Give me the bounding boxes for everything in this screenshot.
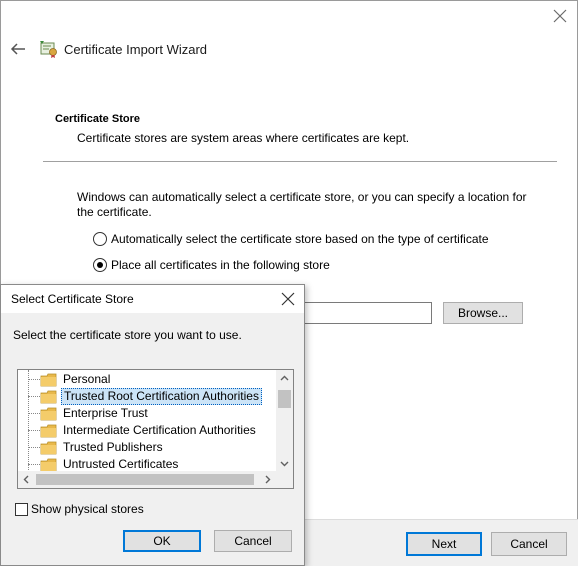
dialog-prompt: Select the certificate store you want to… bbox=[13, 328, 242, 342]
scroll-right-icon[interactable] bbox=[262, 474, 273, 485]
divider bbox=[43, 161, 557, 162]
tree-item-label: Intermediate Certification Authorities bbox=[63, 423, 256, 437]
tree-item-label: Enterprise Trust bbox=[63, 406, 148, 420]
radio-auto-select[interactable]: Automatically select the certificate sto… bbox=[93, 231, 489, 247]
tree-item-label: Untrusted Certificates bbox=[63, 457, 179, 471]
tree-item[interactable]: Trusted Publishers bbox=[18, 439, 276, 456]
browse-button[interactable]: Browse... bbox=[443, 302, 523, 324]
close-icon[interactable] bbox=[280, 291, 296, 307]
tree-item[interactable]: Personal bbox=[18, 371, 276, 388]
dialog-cancel-button[interactable]: Cancel bbox=[214, 530, 292, 552]
scroll-up-icon[interactable] bbox=[279, 373, 290, 384]
show-physical-stores-label: Show physical stores bbox=[31, 502, 144, 516]
radio-auto-label: Automatically select the certificate sto… bbox=[111, 232, 489, 246]
tree-item[interactable]: Intermediate Certification Authorities bbox=[18, 422, 276, 439]
wizard-title: Certificate Import Wizard bbox=[64, 42, 208, 57]
folder-icon bbox=[40, 441, 57, 455]
tree-connector bbox=[28, 413, 40, 414]
certificate-store-field[interactable] bbox=[299, 302, 432, 324]
tree-item[interactable]: Enterprise Trust bbox=[18, 405, 276, 422]
show-physical-stores-checkbox[interactable]: Show physical stores bbox=[15, 502, 144, 516]
vertical-scroll-thumb[interactable] bbox=[278, 390, 291, 408]
close-icon[interactable] bbox=[551, 7, 569, 25]
folder-icon bbox=[40, 458, 57, 472]
radio-button[interactable] bbox=[93, 232, 107, 246]
vertical-scrollbar[interactable] bbox=[276, 370, 293, 472]
scroll-corner bbox=[276, 471, 293, 488]
horizontal-scroll-thumb[interactable] bbox=[36, 474, 254, 485]
tree-connector bbox=[28, 447, 40, 448]
folder-icon bbox=[40, 424, 57, 438]
body-text: Windows can automatically select a certi… bbox=[77, 190, 527, 219]
checkbox[interactable] bbox=[15, 502, 28, 516]
folder-icon bbox=[40, 390, 57, 404]
tree-item-label: Personal bbox=[63, 372, 111, 386]
dialog-title: Select Certificate Store bbox=[11, 292, 134, 306]
next-button[interactable]: Next bbox=[406, 532, 482, 556]
folder-icon bbox=[40, 407, 57, 421]
radio-button[interactable] bbox=[93, 258, 107, 272]
cancel-button[interactable]: Cancel bbox=[491, 532, 567, 556]
back-arrow-icon[interactable] bbox=[9, 40, 27, 58]
section-heading: Certificate Store bbox=[55, 113, 140, 125]
store-tree[interactable]: Personal Trusted Root Certification Autho… bbox=[17, 369, 294, 489]
store-tree-list: Personal Trusted Root Certification Autho… bbox=[18, 370, 276, 472]
ok-button[interactable]: OK bbox=[123, 530, 201, 552]
select-certificate-store-dialog: Select Certificate Store Select the cert… bbox=[0, 284, 305, 566]
tree-connector bbox=[28, 430, 40, 431]
tree-item[interactable]: Untrusted Certificates bbox=[18, 456, 276, 472]
tree-connector bbox=[28, 464, 40, 465]
tree-item[interactable]: Trusted Root Certification Authorities bbox=[18, 388, 276, 405]
radio-place-label: Place all certificates in the following … bbox=[111, 258, 330, 272]
scroll-down-icon[interactable] bbox=[279, 458, 290, 469]
folder-icon bbox=[40, 373, 57, 387]
section-description: Certificate stores are system areas wher… bbox=[77, 131, 410, 145]
tree-connector bbox=[28, 396, 40, 397]
tree-item-label: Trusted Root Certification Authorities bbox=[61, 388, 262, 405]
radio-place-all[interactable]: Place all certificates in the following … bbox=[93, 257, 330, 273]
scroll-left-icon[interactable] bbox=[21, 474, 32, 485]
tree-item-label: Trusted Publishers bbox=[63, 440, 163, 454]
tree-connector bbox=[28, 379, 40, 380]
certificate-icon bbox=[40, 41, 57, 58]
dialog-titlebar[interactable]: Select Certificate Store bbox=[1, 285, 304, 313]
horizontal-scrollbar[interactable] bbox=[18, 471, 276, 488]
